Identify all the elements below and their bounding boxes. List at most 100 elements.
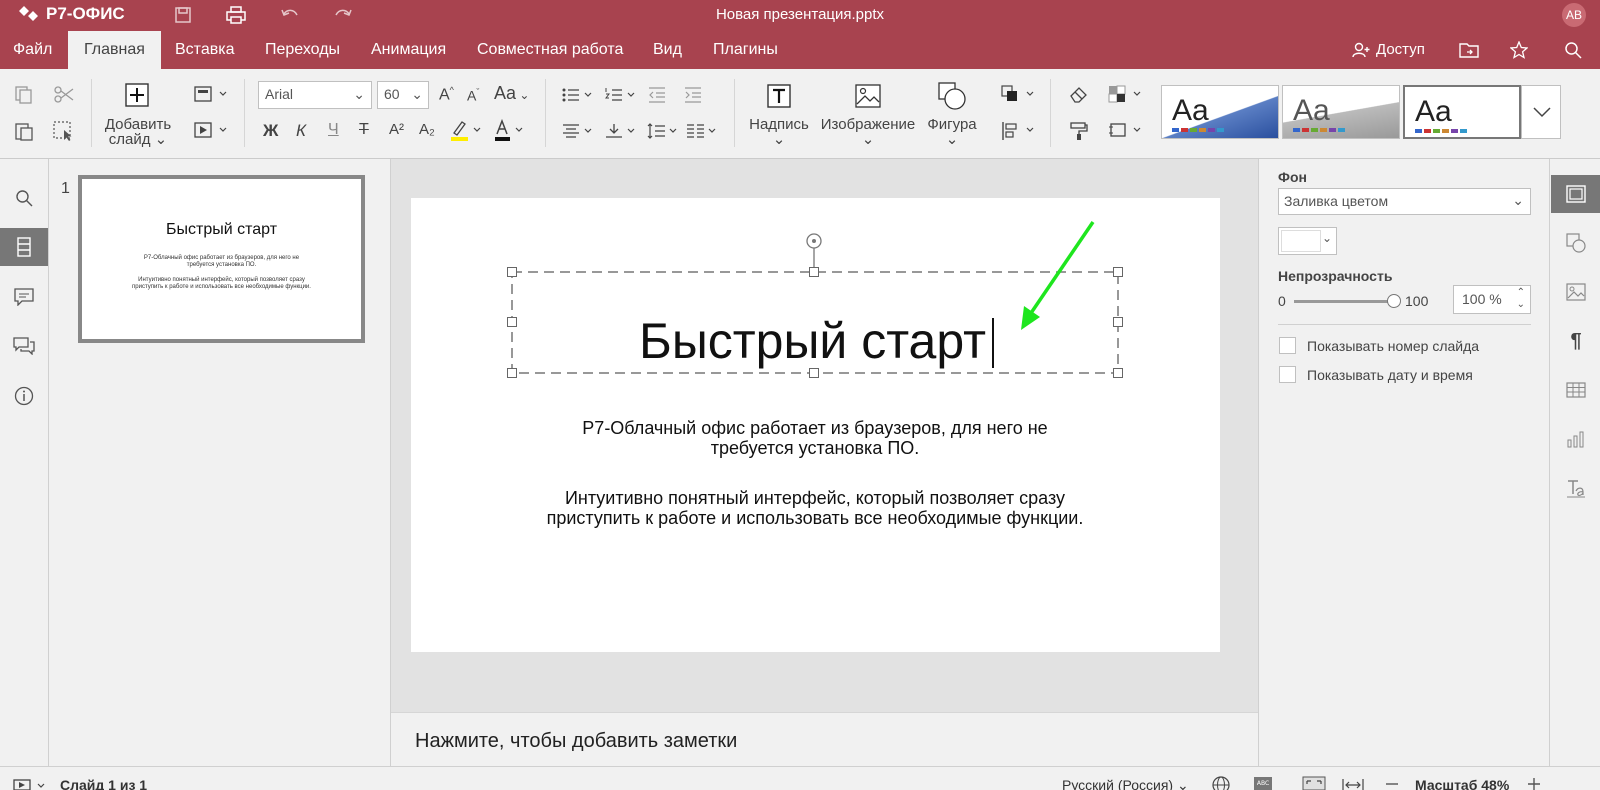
tab-home[interactable]: Главная: [68, 31, 161, 69]
subscript-button[interactable]: A₂: [419, 121, 435, 138]
tab-view[interactable]: Вид: [653, 31, 682, 69]
background-fill-select[interactable]: Заливка цветом ⌄: [1278, 188, 1531, 215]
vertical-align-icon[interactable]: [605, 123, 639, 139]
theme-blue[interactable]: Aa: [1161, 85, 1279, 139]
resize-handle[interactable]: [1113, 317, 1123, 327]
zoom-out-icon[interactable]: [1385, 782, 1399, 786]
opacity-input[interactable]: 100 % ⌃ ⌄: [1453, 285, 1531, 314]
resize-handle[interactable]: [507, 267, 517, 277]
slide-paragraph-1[interactable]: Р7-Облачный офис работает из браузеров, …: [420, 418, 1210, 458]
user-avatar[interactable]: АВ: [1562, 3, 1586, 27]
play-slideshow-icon[interactable]: [13, 779, 49, 790]
select-all-icon[interactable]: [53, 121, 75, 141]
about-button[interactable]: [0, 377, 48, 415]
theme-gray[interactable]: Aa: [1282, 85, 1400, 139]
tab-animation[interactable]: Анимация: [371, 31, 446, 69]
tab-transitions[interactable]: Переходы: [265, 31, 340, 69]
superscript-button[interactable]: A²: [389, 121, 404, 138]
numbering-icon[interactable]: [605, 87, 639, 103]
start-slideshow-icon[interactable]: [194, 122, 230, 138]
slide-paragraph-2[interactable]: Интуитивно понятный интерфейс, который п…: [420, 488, 1210, 528]
table-settings-button[interactable]: [1551, 371, 1600, 409]
underline-button[interactable]: Ч: [328, 121, 339, 139]
spellcheck-icon[interactable]: ABC: [1253, 776, 1273, 790]
italic-button[interactable]: К: [296, 121, 306, 141]
text-art-settings-button[interactable]: [1551, 469, 1600, 507]
language-select[interactable]: Русский (Россия) ⌄: [1062, 777, 1189, 790]
chart-settings-button[interactable]: [1551, 420, 1600, 458]
text-box-button[interactable]: Надпись ⌄: [744, 117, 814, 147]
themes-more-button[interactable]: [1521, 85, 1561, 139]
resize-handle[interactable]: [1113, 368, 1123, 378]
tab-file[interactable]: Файл: [13, 31, 52, 69]
show-slide-number-checkbox[interactable]: [1279, 337, 1296, 354]
highlight-color-icon[interactable]: [450, 119, 484, 143]
decrease-font-icon[interactable]: Aˇ: [467, 87, 479, 104]
globe-icon[interactable]: [1212, 776, 1230, 790]
tab-insert[interactable]: Вставка: [175, 31, 234, 69]
slides-panel-button[interactable]: [0, 228, 48, 266]
fit-slide-icon[interactable]: [1302, 776, 1326, 790]
image-icon[interactable]: [855, 83, 881, 109]
line-spacing-icon[interactable]: [647, 123, 681, 139]
copy-style-icon[interactable]: [1069, 121, 1089, 141]
decrease-indent-icon[interactable]: [648, 87, 666, 103]
tab-plugins[interactable]: Плагины: [713, 31, 778, 69]
zoom-in-icon[interactable]: [1527, 777, 1541, 790]
tab-collaboration[interactable]: Совместная работа: [477, 31, 623, 69]
chat-button[interactable]: [0, 327, 48, 365]
image-button[interactable]: Изображение ⌄: [820, 117, 916, 147]
comments-button[interactable]: [0, 278, 48, 316]
fill-color-picker[interactable]: ⌄: [1278, 227, 1337, 255]
change-case-button[interactable]: Aa ⌄: [494, 83, 529, 104]
font-name-select[interactable]: Arial ⌄: [258, 81, 372, 109]
shape-button[interactable]: Фигура ⌄: [922, 117, 982, 147]
save-icon[interactable]: [174, 6, 192, 24]
slide-layout-icon[interactable]: [194, 86, 230, 102]
paste-icon[interactable]: [14, 121, 34, 141]
resize-handle[interactable]: [507, 317, 517, 327]
opacity-slider-track[interactable]: [1294, 294, 1401, 308]
increase-indent-icon[interactable]: [684, 87, 702, 103]
align-objects-icon[interactable]: [1001, 121, 1037, 141]
resize-handle[interactable]: [1113, 267, 1123, 277]
text-box-icon[interactable]: [766, 83, 792, 109]
horizontal-align-icon[interactable]: [562, 123, 596, 139]
copy-icon[interactable]: [14, 85, 34, 105]
columns-icon[interactable]: [686, 123, 720, 139]
increase-font-icon[interactable]: A^: [439, 85, 454, 104]
fit-width-icon[interactable]: [1342, 778, 1364, 790]
add-slide-icon[interactable]: [125, 83, 149, 107]
add-slide-button[interactable]: Добавить слайд ⌄: [100, 117, 176, 147]
shape-settings-button[interactable]: [1551, 224, 1600, 262]
shape-icon[interactable]: [937, 81, 967, 111]
color-scheme-icon[interactable]: [1108, 85, 1144, 105]
bullets-icon[interactable]: [562, 87, 596, 103]
slide-size-icon[interactable]: [1108, 121, 1144, 141]
strikethrough-button[interactable]: Т: [359, 121, 369, 139]
access-button[interactable]: Доступ: [1352, 41, 1425, 58]
theme-blank[interactable]: Aa: [1403, 85, 1521, 139]
search-icon[interactable]: [1564, 41, 1582, 59]
arrange-icon[interactable]: [1001, 85, 1037, 105]
notes-placeholder[interactable]: Нажмите, чтобы добавить заметки: [415, 730, 737, 753]
font-color-icon[interactable]: [494, 119, 528, 143]
resize-handle[interactable]: [507, 368, 517, 378]
resize-handle[interactable]: [809, 267, 819, 277]
bold-button[interactable]: Ж: [263, 121, 278, 141]
cut-icon[interactable]: [53, 85, 75, 105]
clear-style-icon[interactable]: [1069, 85, 1089, 103]
opacity-slider-thumb[interactable]: [1387, 294, 1401, 308]
slide-title-text[interactable]: Быстрый старт: [639, 312, 986, 370]
redo-icon[interactable]: [333, 6, 353, 22]
print-icon[interactable]: [226, 6, 246, 24]
paragraph-settings-button[interactable]: ¶: [1551, 322, 1600, 360]
image-settings-button[interactable]: [1551, 273, 1600, 311]
search-button[interactable]: [0, 179, 48, 217]
slide-thumbnail[interactable]: Быстрый старт Р7-Облачный офис работает …: [78, 175, 365, 343]
slide-settings-button[interactable]: [1551, 175, 1600, 213]
show-date-time-checkbox[interactable]: [1279, 366, 1296, 383]
font-size-select[interactable]: 60 ⌄: [377, 81, 429, 109]
open-folder-icon[interactable]: [1459, 42, 1479, 58]
favorite-star-icon[interactable]: [1510, 41, 1528, 59]
